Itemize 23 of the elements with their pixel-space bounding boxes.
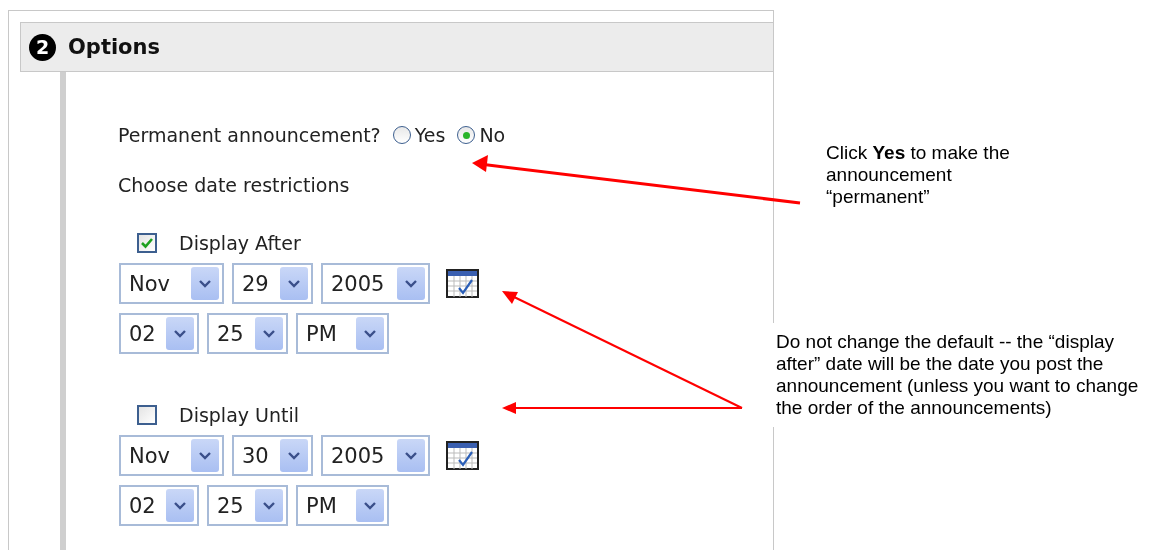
dropdown[interactable]: 02 [119,485,199,526]
field-label: Permanent announcement? [118,124,381,146]
dropdown[interactable]: PM [296,313,389,354]
radio-option[interactable]: Yes [392,124,446,146]
radio-option[interactable]: No [457,124,506,146]
field-label: Choose date restrictions [118,174,351,196]
dropdown[interactable]: 30 [232,435,313,476]
callout-text: Click Yes to make the announcement “permanent” [826,142,1011,208]
step-number: 2 [29,33,56,61]
calendar-icon[interactable] [446,269,479,298]
check-icon [140,236,154,250]
dropdown[interactable]: Nov [119,435,224,476]
dropdown[interactable]: 25 [207,485,288,526]
dropdown[interactable]: 2005 [321,435,430,476]
dropdown[interactable]: 02 [119,313,199,354]
dropdown[interactable]: 29 [232,263,313,304]
dropdown[interactable]: PM [296,485,389,526]
dropdown[interactable]: Nov [119,263,224,304]
dropdown[interactable]: 25 [207,313,288,354]
checkbox-option[interactable]: Display After [137,232,773,254]
section-title: Options [68,35,160,59]
calendar-icon[interactable] [446,441,479,470]
dropdown[interactable]: 2005 [321,263,430,304]
